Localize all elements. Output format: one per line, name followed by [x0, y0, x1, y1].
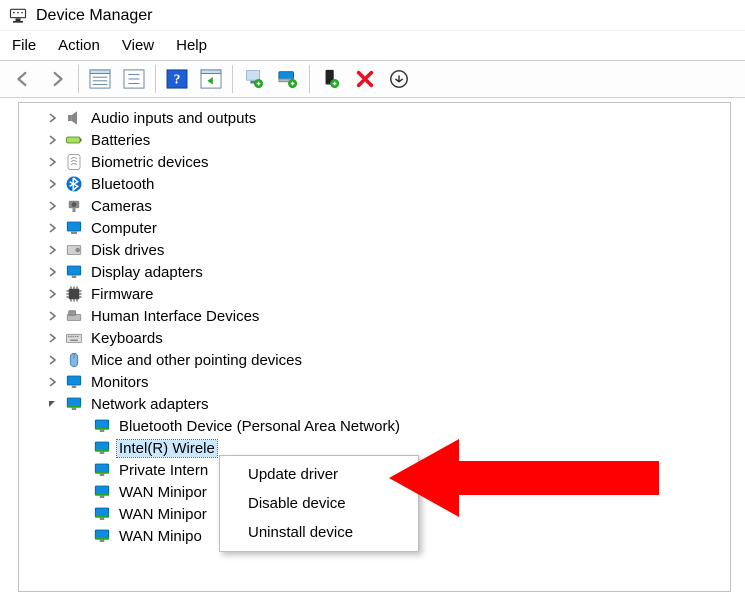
network-icon — [65, 395, 83, 413]
spacer — [73, 419, 87, 433]
tree-node[interactable]: Monitors — [23, 371, 726, 393]
spacer — [73, 485, 87, 499]
tree-node-label: Network adapters — [89, 396, 211, 413]
spacer — [73, 441, 87, 455]
tree-node[interactable]: Disk drives — [23, 239, 726, 261]
spacer — [73, 463, 87, 477]
chevron-right-icon[interactable] — [45, 375, 59, 389]
spacer — [73, 507, 87, 521]
tree-child-label: WAN Minipor — [117, 484, 209, 501]
menu-view[interactable]: View — [122, 37, 154, 54]
chevron-right-icon[interactable] — [45, 155, 59, 169]
chevron-right-icon[interactable] — [45, 199, 59, 213]
uninstall-button[interactable] — [273, 66, 303, 92]
tree-node-label: Monitors — [89, 374, 151, 391]
chevron-down-icon[interactable] — [45, 397, 59, 411]
tree-child-label: Private Intern — [117, 462, 210, 479]
device-manager-icon — [8, 6, 28, 26]
toolbar: ? — [0, 60, 745, 98]
forward-button[interactable] — [42, 66, 72, 92]
tree-node-label: Batteries — [89, 132, 152, 149]
scan-hardware-button[interactable] — [196, 66, 226, 92]
svg-text:?: ? — [174, 72, 181, 87]
adapter-icon — [93, 439, 111, 457]
hid-icon — [65, 307, 83, 325]
tree-node[interactable]: Batteries — [23, 129, 726, 151]
menu-help[interactable]: Help — [176, 37, 207, 54]
tree-node-label: Firmware — [89, 286, 156, 303]
window-title: Device Manager — [36, 7, 153, 25]
tree-child-label: WAN Minipo — [117, 528, 204, 545]
tree-node-label: Mice and other pointing devices — [89, 352, 304, 369]
tree-node[interactable]: Mice and other pointing devices — [23, 349, 726, 371]
adapter-icon — [93, 483, 111, 501]
chevron-right-icon[interactable] — [45, 133, 59, 147]
show-hidden-button[interactable] — [85, 66, 115, 92]
tree-node-label: Audio inputs and outputs — [89, 110, 258, 127]
tree-node[interactable]: Biometric devices — [23, 151, 726, 173]
chevron-right-icon[interactable] — [45, 221, 59, 235]
tree-node-label: Cameras — [89, 198, 154, 215]
chevron-right-icon[interactable] — [45, 309, 59, 323]
tree-node-label: Display adapters — [89, 264, 205, 281]
disk-icon — [65, 241, 83, 259]
bluetooth-icon — [65, 175, 83, 193]
tree-child-label: Intel(R) Wirele — [117, 440, 217, 457]
tree-node[interactable]: Cameras — [23, 195, 726, 217]
adapter-icon — [93, 505, 111, 523]
update-driver-button[interactable] — [239, 66, 269, 92]
monitor-icon — [65, 373, 83, 391]
camera-icon — [65, 197, 83, 215]
menu-file[interactable]: File — [12, 37, 36, 54]
tree-node[interactable]: Firmware — [23, 283, 726, 305]
tree-node-label: Biometric devices — [89, 154, 211, 171]
computer-icon — [65, 219, 83, 237]
tree-node-label: Bluetooth — [89, 176, 156, 193]
adapter-icon — [93, 461, 111, 479]
tree-child-label: WAN Minipor — [117, 506, 209, 523]
back-button[interactable] — [8, 66, 38, 92]
tree-node[interactable]: Audio inputs and outputs — [23, 107, 726, 129]
tree-node[interactable]: Computer — [23, 217, 726, 239]
chevron-right-icon[interactable] — [45, 265, 59, 279]
tree-node[interactable]: Network adapters — [23, 393, 726, 415]
properties-button[interactable] — [119, 66, 149, 92]
firmware-icon — [65, 285, 83, 303]
fingerprint-icon — [65, 153, 83, 171]
device-tree[interactable]: Audio inputs and outputs Batteries Biometr… — [18, 102, 731, 592]
adapter-icon — [93, 527, 111, 545]
tree-node[interactable]: Display adapters — [23, 261, 726, 283]
display-icon — [65, 263, 83, 281]
tree-node[interactable]: Bluetooth — [23, 173, 726, 195]
chevron-right-icon[interactable] — [45, 243, 59, 257]
remove-button[interactable] — [384, 66, 414, 92]
chevron-right-icon[interactable] — [45, 331, 59, 345]
tree-node-label: Computer — [89, 220, 159, 237]
adapter-icon — [93, 417, 111, 435]
battery-icon — [65, 131, 83, 149]
tree-node[interactable]: Keyboards — [23, 327, 726, 349]
tree-node-label: Human Interface Devices — [89, 308, 261, 325]
speaker-icon — [65, 109, 83, 127]
chevron-right-icon[interactable] — [45, 353, 59, 367]
menu-action[interactable]: Action — [58, 37, 100, 54]
disable-button[interactable] — [350, 66, 380, 92]
help-button[interactable]: ? — [162, 66, 192, 92]
chevron-right-icon[interactable] — [45, 287, 59, 301]
chevron-right-icon[interactable] — [45, 177, 59, 191]
spacer — [73, 529, 87, 543]
tree-node[interactable]: Human Interface Devices — [23, 305, 726, 327]
menu-bar: File Action View Help — [0, 30, 745, 60]
chevron-right-icon[interactable] — [45, 111, 59, 125]
tree-node-label: Disk drives — [89, 242, 166, 259]
arrow-annotation — [389, 433, 669, 526]
tree-node-label: Keyboards — [89, 330, 165, 347]
add-legacy-button[interactable] — [316, 66, 346, 92]
tree-child-label: Bluetooth Device (Personal Area Network) — [117, 418, 402, 435]
mouse-icon — [65, 351, 83, 369]
keyboard-icon — [65, 329, 83, 347]
